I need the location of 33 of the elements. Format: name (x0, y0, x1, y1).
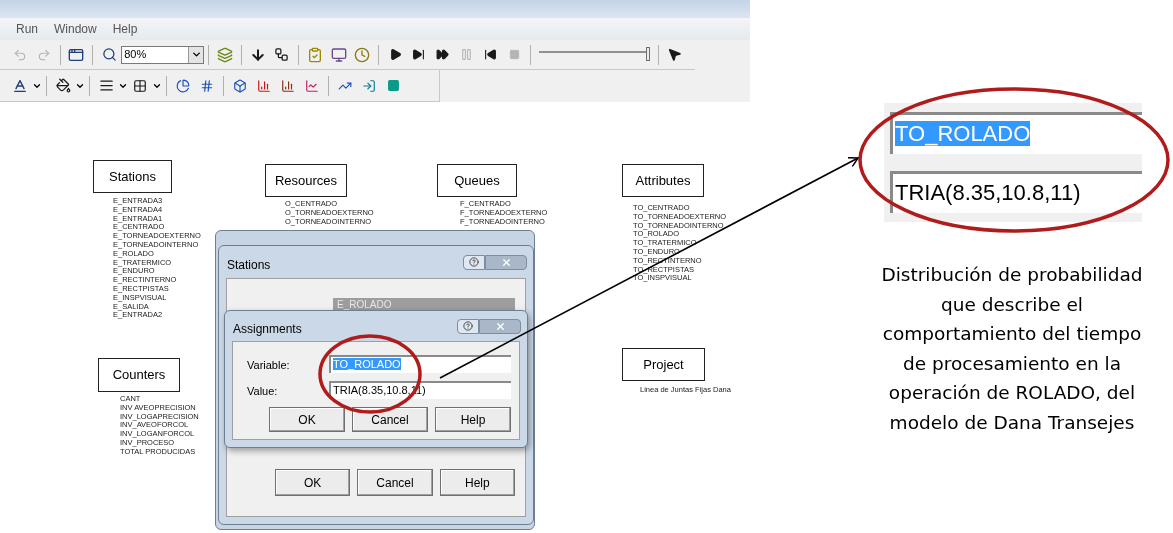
dialog-button[interactable]: OK (275, 469, 351, 496)
dialog-button[interactable]: OK (269, 407, 345, 432)
input-field: TRIA(8.35,10.8,11) (890, 171, 1142, 214)
menu-item[interactable]: Run (12, 20, 42, 38)
dialog-button[interactable]: Help (439, 469, 515, 496)
help-icon (463, 321, 473, 331)
module-box: Project (622, 348, 705, 381)
menu-item[interactable]: Window (50, 20, 101, 38)
dialog-title: Assignments (233, 321, 302, 338)
dialog-button[interactable]: Help (435, 407, 511, 432)
field-label: Variable: (247, 358, 290, 373)
module-box: Resources (265, 164, 347, 197)
zoom-combo[interactable]: 80% (121, 45, 205, 64)
dialog-button[interactable]: Cancel (357, 469, 433, 496)
module-box: Stations (93, 160, 172, 193)
slider-thumb[interactable] (646, 46, 651, 61)
module-box: Attributes (622, 164, 704, 197)
module-box: Queues (437, 164, 517, 197)
close-button[interactable] (485, 254, 527, 270)
close-icon (500, 256, 512, 268)
module-box: Counters (98, 358, 180, 392)
dialog-title: Stations (227, 257, 271, 274)
dialog-button[interactable]: Cancel (352, 407, 428, 432)
help-icon (469, 257, 479, 267)
close-button[interactable] (479, 318, 521, 334)
help-button[interactable] (463, 254, 485, 270)
input-field: TO_ROLADO (890, 111, 1142, 154)
caret-icon (191, 49, 202, 60)
field-label: Value: (247, 384, 278, 399)
close-icon (494, 320, 506, 332)
caption-text: Distribución de probabilidad que describe el comportamiento del tiempo de procesamiento en la operación de ROLADO, del modelo de Dana Transejes (880, 263, 1144, 435)
menu-item[interactable]: Help (108, 20, 142, 38)
help-button[interactable] (457, 318, 479, 334)
